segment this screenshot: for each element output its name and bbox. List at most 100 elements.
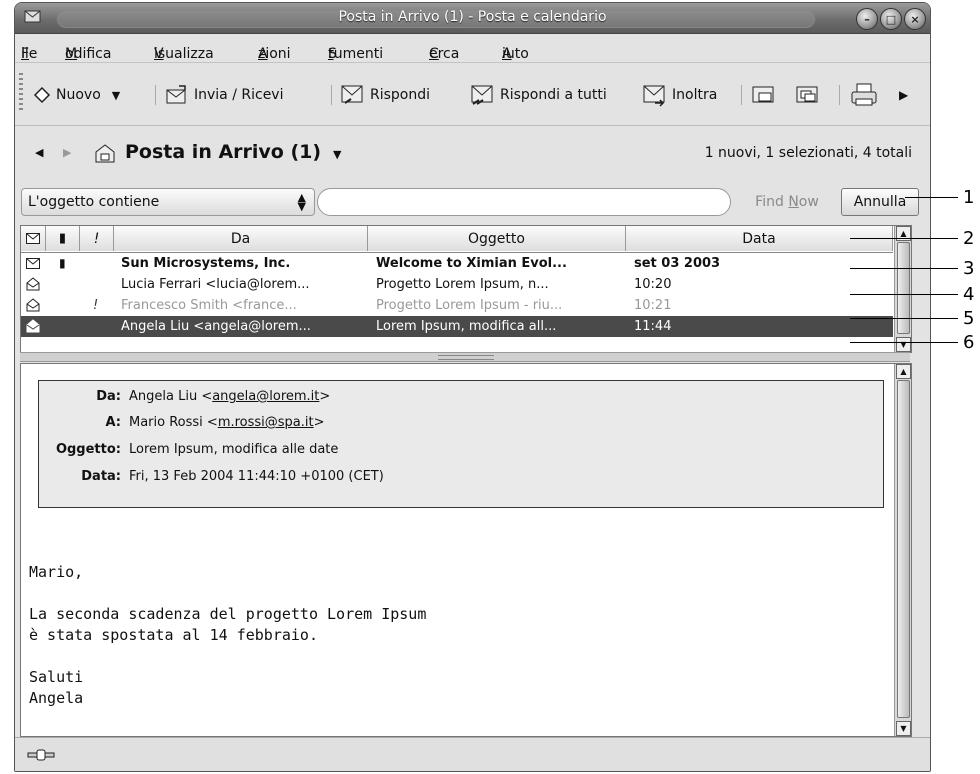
find-now-label: Find Now — [755, 194, 819, 210]
to-email-link[interactable]: m.rossi@spa.it — [218, 415, 314, 430]
minimize-icon[interactable]: – — [856, 8, 878, 30]
reply-label: Rispondi — [370, 87, 431, 103]
updown-arrows-icon: ▲ ▼ — [297, 191, 306, 213]
new-button[interactable]: Nuovo ▼ — [33, 83, 120, 107]
header-from-value: Angela Liu <angela@lorem.it> — [129, 389, 331, 404]
callout-6: 6 — [963, 332, 975, 353]
header-from-label: Da: — [96, 389, 121, 404]
search-input[interactable] — [317, 188, 731, 216]
message-subject: Welcome to Ximian Evol... — [376, 256, 567, 271]
message-subject: Progetto Lorem Ipsum - riu... — [376, 298, 563, 313]
header-date-value: Fri, 13 Feb 2004 11:44:10 +0100 (CET) — [129, 469, 384, 484]
forward-label: Inoltra — [672, 87, 718, 103]
online-status-icon[interactable] — [27, 748, 55, 762]
callout-1: 1 — [963, 187, 975, 208]
message-preview: Da: Angela Liu <angela@lorem.it> A: Mari… — [20, 363, 912, 737]
send-receive-label: Invia / Ricevi — [194, 87, 284, 103]
preview-scrollbar[interactable]: ▲ ▼ — [894, 364, 911, 736]
reply-all-icon — [471, 85, 493, 105]
copy-to-folder-icon — [796, 86, 818, 103]
forward-button[interactable]: Inoltra — [641, 83, 717, 107]
callout-line — [850, 238, 958, 239]
table-row[interactable]: Lucia Ferrari <lucia@lorem... Progetto L… — [21, 274, 893, 295]
from-column-header[interactable]: Da — [114, 226, 368, 251]
move-to-folder-icon — [752, 86, 774, 103]
pane-handle[interactable] — [438, 355, 494, 360]
read-envelope-icon — [26, 277, 40, 291]
search-criteria-select[interactable]: L'oggetto contiene ▲ ▼ — [21, 188, 315, 216]
subject-column-header[interactable]: Oggetto — [368, 226, 626, 251]
paperclip-icon: ▮ — [58, 231, 67, 246]
read-envelope-icon — [26, 319, 40, 333]
title-bar[interactable]: Posta in Arrivo (1) - Posta e calendario… — [15, 3, 930, 34]
inbox-folder-icon — [95, 144, 115, 163]
message-from: Sun Microsystems, Inc. — [121, 256, 291, 271]
toolbar-separator — [741, 85, 742, 105]
print-button[interactable] — [849, 83, 879, 107]
header-to: A: Mario Rossi <m.rossi@spa.it> — [39, 415, 879, 437]
flag-column-header[interactable]: ! — [80, 226, 114, 251]
attachment-column-header[interactable]: ▮ — [46, 226, 80, 251]
message-date: set 03 2003 — [634, 256, 721, 271]
printer-icon — [851, 83, 877, 106]
header-from: Da: Angela Liu <angela@lorem.it> — [39, 389, 879, 411]
close-icon[interactable]: × — [904, 8, 926, 30]
mail-window: Posta in Arrivo (1) - Posta e calendario… — [14, 2, 931, 772]
scroll-up-icon[interactable]: ▲ — [896, 364, 911, 379]
send-receive-icon — [166, 85, 186, 104]
callout-line — [850, 268, 958, 269]
folder-bar: ◀ ▶ Posta in Arrivo (1) ▼ 1 nuovi, 1 sel… — [15, 126, 930, 184]
callout-3: 3 — [963, 258, 975, 279]
reply-all-label: Rispondi a tutti — [500, 87, 607, 103]
reply-icon — [341, 85, 363, 104]
scroll-down-icon[interactable]: ▼ — [896, 721, 911, 736]
chevron-down-icon[interactable]: ▼ — [112, 89, 120, 102]
cancel-button[interactable]: Annulla — [841, 188, 919, 216]
scroll-down-icon[interactable]: ▼ — [896, 337, 911, 352]
toolbar-overflow-icon[interactable]: ▶ — [899, 83, 908, 107]
message-headers: Da: Angela Liu <angela@lorem.it> A: Mari… — [38, 380, 884, 508]
toolbar-grip[interactable] — [19, 73, 23, 113]
message-list-scrollbar[interactable]: ▲ ▼ — [894, 226, 911, 352]
status-bar — [15, 737, 930, 771]
move-button[interactable] — [751, 83, 777, 107]
callout-2: 2 — [963, 228, 975, 249]
message-body: Mario, La seconda scadenza del progetto … — [29, 563, 427, 707]
reply-button[interactable]: Rispondi — [339, 83, 430, 107]
reply-all-button[interactable]: Rispondi a tutti — [469, 83, 607, 107]
from-email-link[interactable]: angela@lorem.it — [212, 389, 319, 404]
folder-menu-chevron-icon[interactable]: ▼ — [333, 148, 341, 161]
message-date: 11:44 — [634, 319, 672, 334]
scrollbar-thumb[interactable] — [897, 380, 910, 718]
message-from: Lucia Ferrari <lucia@lorem... — [121, 277, 310, 292]
message-subject: Progetto Lorem Ipsum, n... — [376, 277, 549, 292]
forward-nav-icon[interactable]: ▶ — [63, 146, 71, 159]
folder-title: Posta in Arrivo (1) — [125, 141, 322, 163]
header-date-label: Data: — [81, 469, 121, 484]
header-subject-value: Lorem Ipsum, modifica alle date — [129, 442, 339, 457]
header-to-label: A: — [105, 415, 121, 430]
table-row[interactable]: ▮ Sun Microsystems, Inc. Welcome to Ximi… — [21, 253, 893, 274]
toolbar-separator — [839, 85, 840, 105]
message-from: Angela Liu <angela@lorem... — [121, 319, 311, 334]
unread-envelope-icon — [26, 258, 40, 269]
message-list: ▮ ! Da Oggetto Data ▮ Sun Microsystems, … — [20, 225, 912, 353]
maximize-icon[interactable]: □ — [880, 8, 902, 30]
copy-button[interactable] — [795, 83, 821, 107]
pane-divider[interactable] — [20, 352, 910, 362]
table-row[interactable]: ! Francesco Smith <france... Progetto Lo… — [21, 295, 893, 316]
important-icon: ! — [93, 230, 100, 247]
find-now-button[interactable]: Find Now — [737, 188, 837, 216]
back-icon[interactable]: ◀ — [35, 146, 43, 159]
scrollbar-thumb[interactable] — [897, 242, 910, 334]
menu-bar: File Modifica Visualizza Azioni St rument… — [15, 34, 930, 63]
table-row-selected[interactable]: Angela Liu <angela@lorem... Lorem Ipsum,… — [21, 316, 893, 337]
paperclip-icon: ▮ — [59, 256, 66, 270]
window-title: Posta in Arrivo (1) - Posta e calendario — [338, 9, 607, 25]
callout-line — [850, 294, 958, 295]
send-receive-button[interactable]: Invia / Ricevi — [165, 83, 283, 107]
callout-line — [850, 318, 958, 319]
toolbar-separator — [155, 85, 156, 105]
status-column-header[interactable] — [21, 226, 46, 251]
search-bar: L'oggetto contiene ▲ ▼ Find Now Annulla — [15, 184, 930, 222]
